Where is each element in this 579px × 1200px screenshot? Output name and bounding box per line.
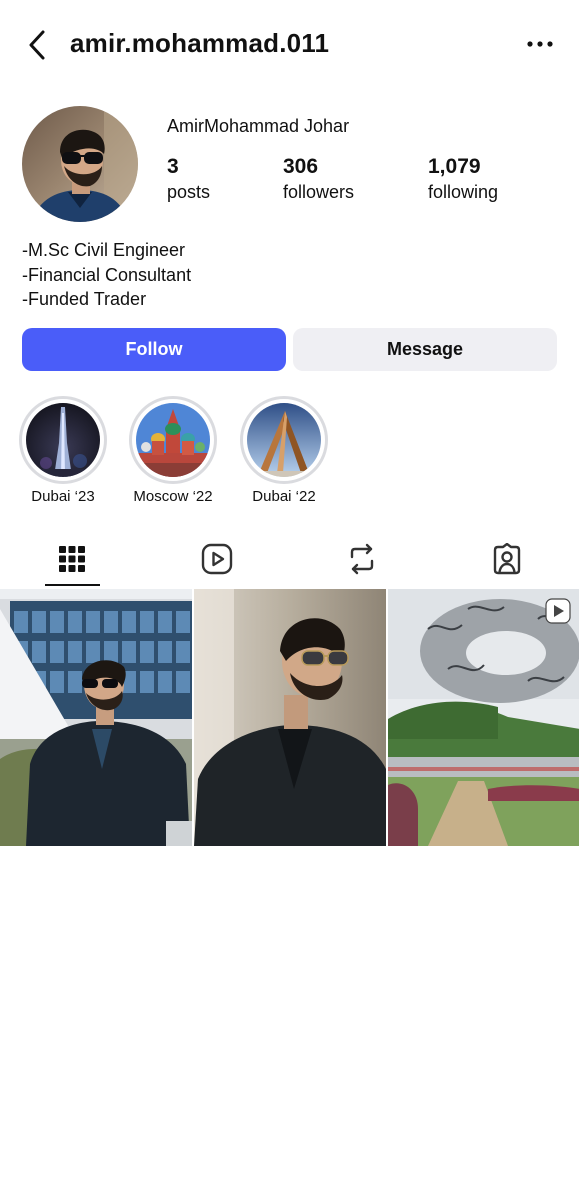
grid-icon: [59, 546, 85, 572]
highlight-ring[interactable]: [129, 396, 217, 484]
profile-tabs: [0, 530, 579, 588]
top-bar: amir.mohammad.011: [0, 0, 579, 90]
bio-line: -M.Sc Civil Engineer: [22, 240, 186, 260]
highlight-label: Dubai ‘23: [31, 488, 95, 505]
highlight-ring[interactable]: [240, 396, 328, 484]
following-count: 1,079: [428, 155, 481, 178]
profile-bio: -M.Sc Civil Engineer -Financial Consulta…: [22, 238, 191, 312]
profile-full-name: AmirMohammad Johar: [167, 116, 350, 136]
reels-icon: [201, 543, 233, 575]
bio-line: -Financial Consultant: [22, 264, 192, 285]
following-label: following: [428, 182, 499, 202]
highlight-cover-image: [247, 403, 321, 477]
tab-tagged[interactable]: [435, 530, 579, 588]
stat-followers[interactable]: 306 followers: [283, 154, 354, 204]
repost-icon: [350, 543, 374, 575]
stat-following[interactable]: 1,079 following: [428, 154, 498, 204]
active-tab-indicator: [45, 584, 100, 586]
followers-label: followers: [283, 182, 355, 202]
profile-username: amir.mohammad.011: [70, 28, 330, 58]
post-tile[interactable]: [388, 589, 579, 846]
chevron-left-icon[interactable]: [24, 28, 52, 62]
more-horizontal-icon[interactable]: [525, 30, 555, 58]
stat-posts[interactable]: 3 posts: [167, 154, 210, 204]
highlight-dubai-22[interactable]: Dubai ‘22: [240, 396, 328, 505]
highlight-label: Dubai ‘22: [252, 488, 316, 505]
tab-posts-grid[interactable]: [0, 530, 144, 588]
follow-button[interactable]: Follow: [22, 328, 286, 371]
highlight-cover-image: [26, 403, 100, 477]
posts-grid: [0, 589, 579, 846]
highlight-ring[interactable]: [19, 396, 107, 484]
highlight-cover-image: [136, 403, 210, 477]
highlight-label: Moscow ‘22: [133, 488, 213, 505]
avatar[interactable]: [22, 106, 138, 222]
bio-line: -Funded Trader: [22, 289, 147, 309]
post-tile[interactable]: [0, 589, 192, 846]
tab-reels[interactable]: [145, 530, 289, 588]
posts-label: posts: [167, 182, 211, 202]
highlight-moscow-22[interactable]: Moscow ‘22: [129, 396, 217, 505]
followers-count: 306: [283, 155, 319, 178]
tagged-person-icon: [493, 543, 521, 575]
posts-count: 3: [167, 155, 179, 178]
reel-play-icon: [545, 598, 571, 624]
tab-reposts[interactable]: [290, 530, 434, 588]
message-button[interactable]: Message: [293, 328, 557, 371]
highlight-dubai-23[interactable]: Dubai ‘23: [19, 396, 107, 505]
post-tile[interactable]: [194, 589, 386, 846]
